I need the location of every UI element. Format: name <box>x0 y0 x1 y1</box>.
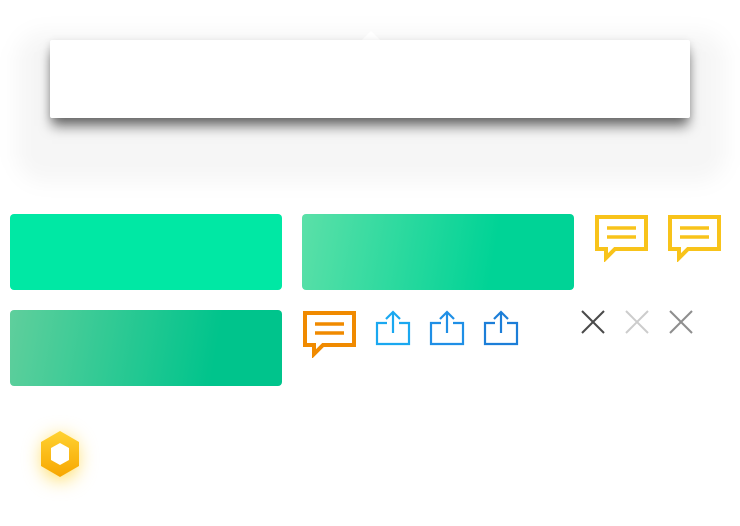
hexagon-logo <box>28 420 92 492</box>
close-icon[interactable] <box>580 309 606 335</box>
close-icon[interactable] <box>668 309 694 335</box>
hexagon-logo-icon <box>41 431 79 477</box>
comment-icon[interactable] <box>667 214 723 262</box>
close-icon[interactable] <box>624 309 650 335</box>
popover-caret <box>362 31 380 40</box>
primary-button[interactable] <box>10 214 282 290</box>
primary-button-gradient-muted[interactable] <box>10 310 282 386</box>
share-icon[interactable] <box>428 309 466 347</box>
primary-button-gradient[interactable] <box>302 214 574 290</box>
popover-card <box>50 40 690 118</box>
comment-icon[interactable] <box>594 214 650 262</box>
share-icon[interactable] <box>482 309 520 347</box>
comment-icon[interactable] <box>302 310 358 358</box>
share-icon[interactable] <box>374 309 412 347</box>
